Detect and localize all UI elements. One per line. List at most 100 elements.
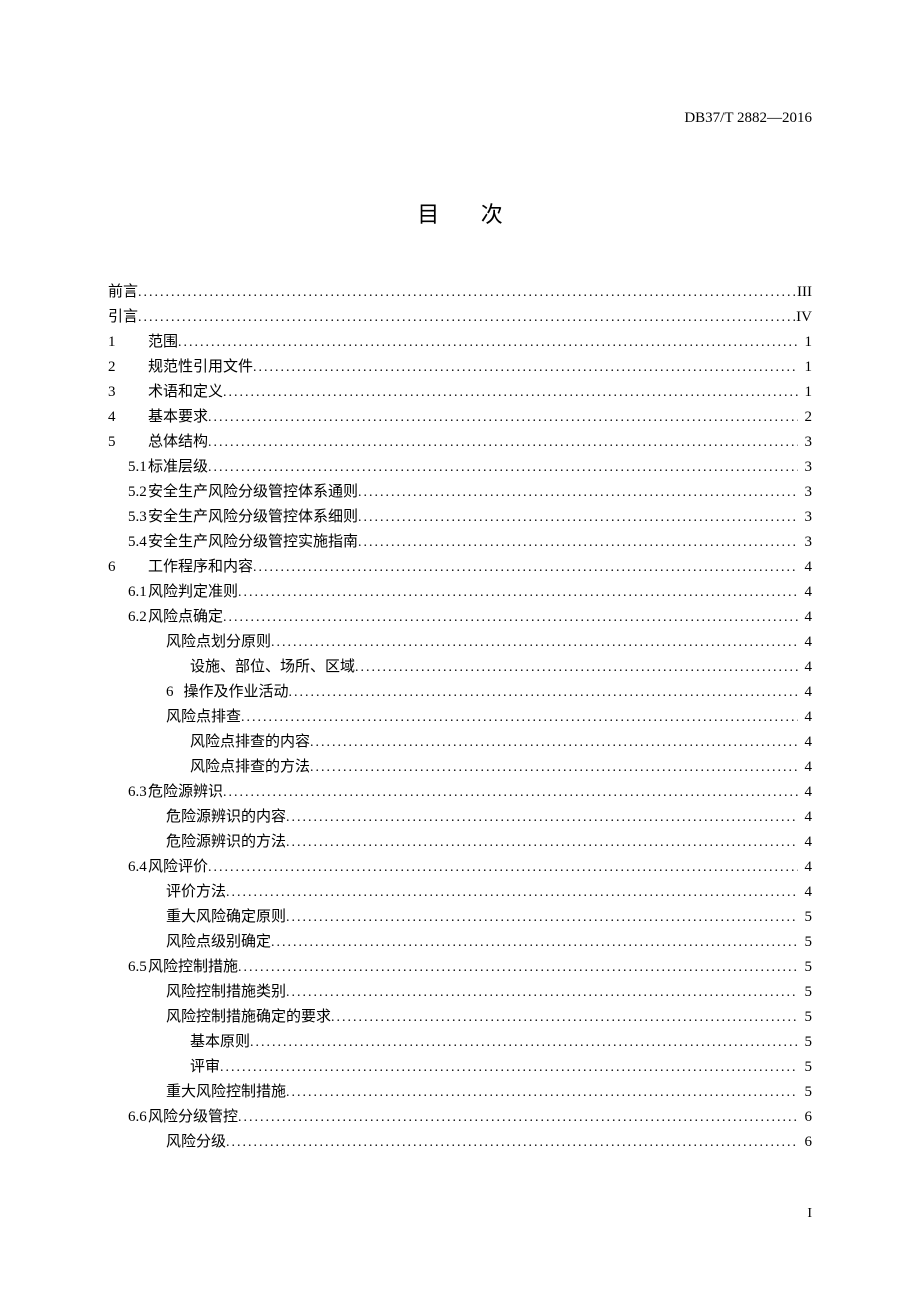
toc-label: 重大风险控制措施 [166, 1085, 286, 1100]
toc-page: 5 [798, 1035, 812, 1050]
toc-page: 4 [798, 585, 812, 600]
toc-label: 操作及作业活动 [184, 685, 289, 700]
toc-number: 3 [108, 385, 128, 400]
toc-page: 6 [798, 1110, 812, 1125]
standard-code: DB37/T 2882—2016 [108, 110, 812, 127]
toc-leader [358, 536, 798, 550]
toc-label: 风险分级 [166, 1135, 226, 1150]
table-of-contents: 前言III引言IV1范围12规范性引用文件13术语和定义14基本要求25总体结构… [108, 285, 812, 1150]
toc-leader [355, 661, 798, 675]
toc-entry: 风险点排查4 [108, 710, 812, 725]
toc-label: 危险源辨识的方法 [166, 835, 286, 850]
toc-leader [271, 936, 798, 950]
toc-entry: 基本原则 5 [108, 1035, 812, 1050]
toc-label: 评审 [190, 1060, 220, 1075]
toc-entry: 风险分级6 [108, 1135, 812, 1150]
toc-label: 设施、部位、场所、区域 [190, 660, 355, 675]
toc-label: 术语和定义 [148, 385, 223, 400]
toc-page: 3 [798, 535, 812, 550]
toc-page: 4 [798, 635, 812, 650]
toc-page: 4 [798, 760, 812, 775]
toc-label: 风险控制措施 [148, 960, 238, 975]
toc-label: 风险点级别确定 [166, 935, 271, 950]
toc-leader [208, 461, 798, 475]
toc-entry: 5.1标准层级3 [108, 460, 812, 475]
toc-leader [208, 861, 798, 875]
toc-number: 6.4 [128, 860, 148, 875]
toc-entry: 1范围1 [108, 335, 812, 350]
toc-entry: 风险控制措施类别 5 [108, 985, 812, 1000]
toc-entry: 2规范性引用文件1 [108, 360, 812, 375]
toc-page: IV [796, 310, 812, 325]
toc-label: 规范性引用文件 [148, 360, 253, 375]
toc-page: 5 [798, 910, 812, 925]
toc-label: 安全生产风险分级管控实施指南 [148, 535, 358, 550]
toc-number: 6 [108, 560, 128, 575]
toc-leader [238, 586, 798, 600]
toc-entry: 重大风险控制措施 5 [108, 1085, 812, 1100]
toc-entry: 风险点级别确定 5 [108, 935, 812, 950]
toc-leader [138, 311, 796, 325]
toc-label: 风险控制措施类别 [166, 985, 286, 1000]
toc-leader [289, 686, 798, 700]
toc-label: 基本要求 [148, 410, 208, 425]
toc-label: 基本原则 [190, 1035, 250, 1050]
toc-leader [223, 786, 798, 800]
toc-number: 5.1 [128, 460, 148, 475]
toc-entry: 4基本要求2 [108, 410, 812, 425]
toc-leader [223, 611, 798, 625]
toc-leader [358, 486, 798, 500]
toc-page: 5 [798, 935, 812, 950]
toc-number: 5 [108, 435, 128, 450]
toc-entry: 5.3安全生产风险分级管控体系细则3 [108, 510, 812, 525]
toc-leader [286, 911, 798, 925]
toc-entry: 风险控制措施确定的要求 5 [108, 1010, 812, 1025]
toc-page: 1 [798, 385, 812, 400]
toc-page: 5 [798, 1085, 812, 1100]
toc-page: 4 [798, 660, 812, 675]
toc-entry: 6.4风险评价 4 [108, 860, 812, 875]
toc-leader [220, 1061, 798, 1075]
toc-page: 4 [798, 885, 812, 900]
toc-label: 重大风险确定原则 [166, 910, 286, 925]
toc-page: 4 [798, 835, 812, 850]
toc-leader [358, 511, 798, 525]
toc-leader [226, 886, 798, 900]
toc-leader [208, 411, 798, 425]
toc-entry: 前言III [108, 285, 812, 300]
toc-label: 前言 [108, 285, 138, 300]
toc-label: 风险判定准则 [148, 585, 238, 600]
toc-entry: 危险源辨识的方法 4 [108, 835, 812, 850]
toc-page: 4 [798, 860, 812, 875]
toc-leader [310, 736, 798, 750]
toc-label: 风险点排查的内容 [190, 735, 310, 750]
toc-leader [178, 336, 798, 350]
toc-page: 3 [798, 510, 812, 525]
toc-entry: 重大风险确定原则 5 [108, 910, 812, 925]
toc-leader [271, 636, 798, 650]
toc-page: 4 [798, 685, 812, 700]
toc-label: 风险评价 [148, 860, 208, 875]
toc-page: 2 [798, 410, 812, 425]
toc-label: 范围 [148, 335, 178, 350]
toc-label: 风险点排查的方法 [190, 760, 310, 775]
toc-leader [241, 711, 798, 725]
toc-entry: 3 术语和定义 1 [108, 385, 812, 400]
toc-leader [286, 986, 798, 1000]
toc-page: 5 [798, 985, 812, 1000]
toc-entry: 评审5 [108, 1060, 812, 1075]
toc-leader [253, 561, 798, 575]
page-title: 目 次 [108, 197, 812, 229]
toc-label: 风险控制措施确定的要求 [166, 1010, 331, 1025]
toc-label: 安全生产风险分级管控体系细则 [148, 510, 358, 525]
toc-label: 工作程序和内容 [148, 560, 253, 575]
toc-label: 标准层级 [148, 460, 208, 475]
toc-number: 1 [108, 335, 128, 350]
toc-leader [238, 961, 798, 975]
toc-entry: 5.4安全生产风险分级管控实施指南3 [108, 535, 812, 550]
toc-number: 5.2 [128, 485, 148, 500]
toc-entry: 6.3危险源辨识4 [108, 785, 812, 800]
toc-leader [226, 1136, 798, 1150]
toc-page: 5 [798, 1010, 812, 1025]
toc-entry: 5总体结构3 [108, 435, 812, 450]
